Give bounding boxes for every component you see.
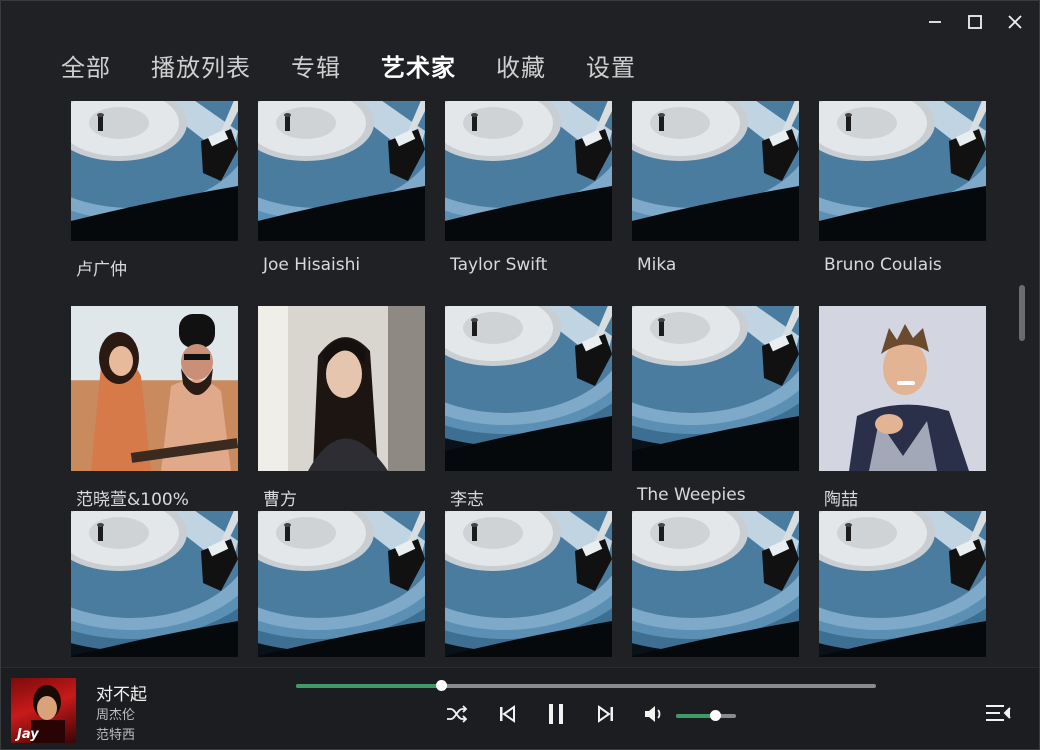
artist-thumbnail[interactable] [71,101,238,241]
shuffle-button[interactable] [444,702,470,726]
tab-artists[interactable]: 艺术家 [381,51,456,85]
artist-card[interactable]: Bruno Coulais [819,101,986,331]
playlist-queue-button[interactable] [983,700,1013,726]
artist-thumbnail[interactable] [71,306,238,471]
artist-thumbnail[interactable] [632,306,799,471]
artist-thumbnail[interactable] [819,306,986,471]
artist-name: The Weepies [637,485,746,505]
artist-grid-viewport: 卢广仲 Joe Hisaishi Taylor Swift Mika Bruno… [1,101,1011,657]
tab-favorites[interactable]: 收藏 [496,51,546,85]
svg-text:Jay: Jay [14,727,39,742]
previous-icon [500,705,515,723]
artist-photo [819,306,986,471]
artist-photo [71,306,238,471]
artist-name: 曹方 [263,490,297,510]
window-controls [917,7,1033,37]
artist-name: 李志 [450,490,484,510]
artist-thumbnail[interactable] [632,101,799,241]
artist-card[interactable] [71,511,238,657]
artist-thumbnail[interactable] [445,101,612,241]
vinyl-record-image [258,101,425,241]
artist-name: 卢广仲 [76,260,127,280]
vinyl-record-image [445,511,612,657]
artist-card[interactable]: Joe Hisaishi [258,101,425,331]
vinyl-record-image [632,511,799,657]
artist-thumbnail[interactable] [258,511,425,657]
artist-card[interactable]: 卢广仲 [71,101,238,331]
artist-thumbnail[interactable] [258,101,425,241]
volume-button[interactable] [641,702,667,726]
volume-icon [645,706,661,722]
artist-thumbnail[interactable] [71,511,238,657]
tab-albums[interactable]: 专辑 [291,51,341,85]
artist-card[interactable]: The Weepies [632,306,799,536]
pause-button[interactable] [543,700,569,728]
artist-thumbnail[interactable] [632,511,799,657]
close-button[interactable] [997,7,1033,37]
album-cover[interactable]: Jay [11,678,76,743]
next-icon [598,705,613,723]
maximize-icon [968,15,982,29]
minimize-button[interactable] [917,7,953,37]
shuffle-icon [447,705,468,723]
vinyl-record-image [258,511,425,657]
close-icon [1008,15,1022,29]
previous-button[interactable] [495,702,519,726]
artist-card[interactable] [819,511,986,657]
progress-fill [296,684,441,688]
artist-name: 陶喆 [824,490,858,510]
artist-name: 范晓萱&100% [76,490,189,510]
player-bar: Jay 对不起 周杰伦 范特西 [1,667,1039,749]
vinyl-record-image [632,306,799,471]
next-button[interactable] [594,702,618,726]
maximize-button[interactable] [957,7,993,37]
artist-grid: 卢广仲 Joe Hisaishi Taylor Swift Mika Bruno… [71,101,986,657]
tab-all[interactable]: 全部 [61,51,111,85]
artist-card[interactable] [258,511,425,657]
artist-card[interactable]: 陶喆 [819,306,986,536]
artist-card[interactable]: Mika [632,101,799,331]
nav-tabs: 全部 播放列表 专辑 艺术家 收藏 设置 [61,51,676,85]
artist-photo [258,306,425,471]
artist-thumbnail[interactable] [819,511,986,657]
artist-name: Joe Hisaishi [263,255,361,275]
progress-bar[interactable] [296,680,876,691]
artist-card[interactable]: 曹方 [258,306,425,536]
artist-card[interactable] [445,511,612,657]
artist-name: Bruno Coulais [824,255,942,275]
vinyl-record-image [71,101,238,241]
artist-thumbnail[interactable] [445,511,612,657]
pause-icon [549,704,563,724]
vinyl-record-image [445,101,612,241]
song-album[interactable]: 范特西 [96,724,135,743]
progress-knob[interactable] [436,680,447,691]
minimize-icon [929,21,941,23]
artist-card[interactable]: 李志 [445,306,612,536]
app-window: 全部 播放列表 专辑 艺术家 收藏 设置 卢广仲 Joe Hisaishi Ta… [0,0,1040,750]
song-artist[interactable]: 周杰伦 [96,704,135,723]
vinyl-record-image [71,511,238,657]
artist-name: Mika [637,255,677,275]
vinyl-record-image [445,306,612,471]
artist-card[interactable]: 范晓萱&100% [71,306,238,536]
vinyl-record-image [819,511,986,657]
vinyl-record-image [819,101,986,241]
artist-thumbnail[interactable] [445,306,612,471]
artist-thumbnail[interactable] [258,306,425,471]
tab-playlists[interactable]: 播放列表 [151,51,251,85]
volume-slider[interactable] [676,710,736,721]
artist-card[interactable]: Taylor Swift [445,101,612,331]
artist-thumbnail[interactable] [819,101,986,241]
playlist-queue-icon [986,705,1011,721]
scrollbar-thumb[interactable] [1019,285,1025,341]
artist-name: Taylor Swift [450,255,548,275]
tab-settings[interactable]: 设置 [586,51,636,85]
artist-card[interactable] [632,511,799,657]
vinyl-record-image [632,101,799,241]
volume-knob[interactable] [710,710,721,721]
song-title: 对不起 [96,685,147,705]
